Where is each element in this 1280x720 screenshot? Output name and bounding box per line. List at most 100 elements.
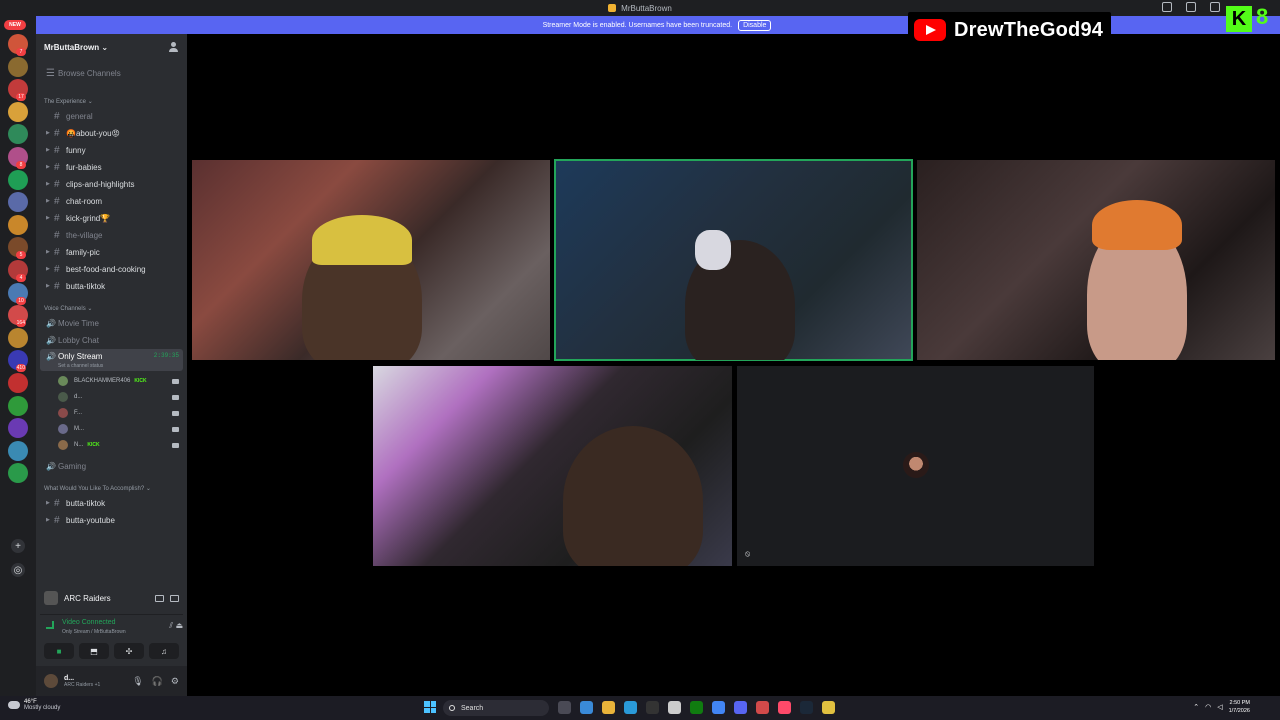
voice-channel-gaming[interactable]: 🔊 Gaming	[40, 458, 183, 474]
category-voice-channels[interactable]: Voice Channels ⌄	[44, 305, 92, 312]
microphone-icon[interactable]: 🎙	[132, 676, 143, 687]
overlay-channel-name: DrewTheGod94	[954, 18, 1104, 41]
video-tile-camera-off[interactable]: ⦸	[737, 366, 1094, 566]
taskbar-app-icon[interactable]	[690, 701, 703, 714]
text-channel[interactable]: ▶ # funny	[40, 142, 183, 158]
add-user-icon[interactable]	[169, 42, 179, 52]
browse-channels[interactable]: ☰ Browse Channels	[40, 65, 183, 81]
video-tile[interactable]	[373, 366, 732, 566]
voice-status[interactable]: Video Connected	[62, 619, 116, 626]
text-channel[interactable]: # the-village	[40, 227, 183, 243]
text-channel[interactable]: ▶ # chat-room	[40, 193, 183, 209]
soundboard-button[interactable]: ♫	[149, 643, 179, 659]
server-icon[interactable]	[8, 373, 28, 393]
disconnect-icon[interactable]: ⏏	[175, 621, 183, 630]
category-the-experience[interactable]: The Experience ⌄	[44, 98, 93, 105]
gamepad-icon[interactable]	[155, 594, 164, 602]
channel-label: funny	[66, 145, 86, 155]
server-icon[interactable]: 410	[8, 350, 28, 373]
text-channel[interactable]: ▶ # clips-and-highlights	[40, 176, 183, 192]
add-server-icon[interactable]: +	[11, 539, 25, 553]
noise-suppression-icon[interactable]: ⫽	[169, 621, 173, 631]
screen-share-button[interactable]: ⬒	[79, 643, 109, 659]
text-channel[interactable]: ▶ # 🤬about-you😡	[40, 125, 183, 141]
server-icon[interactable]: 5	[8, 237, 28, 260]
taskbar-app-icon[interactable]	[822, 701, 835, 714]
screen-icon[interactable]	[170, 594, 179, 602]
video-tile[interactable]	[917, 160, 1275, 360]
participant-hat	[312, 215, 412, 265]
chevron-up-icon[interactable]: ⌃	[1193, 703, 1199, 711]
taskbar-app-icon[interactable]	[624, 701, 637, 714]
taskbar-app-icon[interactable]	[734, 701, 747, 714]
taskbar-app-icon[interactable]	[712, 701, 725, 714]
taskbar-search[interactable]: Search	[443, 700, 549, 716]
taskbar-app-icon[interactable]	[602, 701, 615, 714]
taskbar-app-icon[interactable]	[646, 701, 659, 714]
server-icon[interactable]: 17	[8, 79, 28, 102]
volume-icon[interactable]: ◁	[1217, 703, 1222, 711]
activity-button[interactable]: ✣	[114, 643, 144, 659]
server-icon[interactable]: 164	[8, 305, 28, 328]
clock[interactable]: 2:50 PM 1/7/2026	[1229, 699, 1250, 715]
server-icon[interactable]	[8, 395, 28, 416]
weather-widget[interactable]: 46°F Mostly cloudy	[8, 699, 60, 711]
video-tile-speaking[interactable]	[554, 159, 913, 361]
server-icon[interactable]	[8, 214, 28, 235]
headphones-icon[interactable]: 🎧	[152, 676, 163, 687]
avatar[interactable]	[44, 674, 58, 688]
server-icon[interactable]	[8, 440, 28, 461]
taskbar-app-icon[interactable]	[778, 701, 791, 714]
server-icon[interactable]: 8	[8, 147, 28, 169]
server-icon[interactable]: 10	[8, 282, 28, 305]
text-channel[interactable]: ▶ # kick-grind🏆	[40, 210, 183, 226]
server-icon[interactable]: 4	[8, 260, 28, 282]
server-icon[interactable]	[8, 169, 28, 190]
taskbar-app-icon[interactable]	[800, 701, 813, 714]
voice-participant[interactable]: F...	[58, 406, 183, 420]
text-channel[interactable]: ▶ # butta-youtube	[40, 512, 183, 528]
user-name[interactable]: d...	[64, 675, 100, 682]
signal-icon[interactable]	[46, 621, 54, 629]
taskbar-app-icon[interactable]	[756, 701, 769, 714]
monitor-icon[interactable]	[1186, 2, 1196, 12]
text-channel[interactable]: ▶ # fur-babies	[40, 159, 183, 175]
server-icon[interactable]	[8, 56, 28, 77]
clock-date: 1/7/2026	[1228, 708, 1250, 714]
taskbar-app-icon[interactable]	[668, 701, 681, 714]
taskbar-app-icon[interactable]	[580, 701, 593, 714]
disable-streamer-mode-button[interactable]: Disable	[738, 19, 772, 31]
server-icon[interactable]	[8, 192, 28, 213]
activity-panel[interactable]: ARC Raiders	[40, 586, 183, 610]
server-icon[interactable]	[8, 463, 28, 484]
taskbar-app-icon[interactable]	[558, 701, 571, 714]
camera-button[interactable]: ■	[44, 643, 74, 659]
discover-icon[interactable]: ◎	[11, 563, 25, 577]
voice-participant[interactable]: BLACKHAMMER406 KICK	[58, 374, 183, 388]
server-header[interactable]: MrButtaBrown ⌄	[36, 34, 187, 60]
windows-start-icon[interactable]	[424, 701, 436, 713]
channel-label: butta-tiktok	[66, 498, 106, 508]
server-icon[interactable]	[8, 124, 28, 145]
gear-icon[interactable]: ⚙	[171, 676, 179, 687]
wifi-icon[interactable]: ◠	[1205, 703, 1211, 711]
text-channel[interactable]: ▶ # best-food-and-cooking	[40, 261, 183, 277]
text-channel[interactable]: ▶ # butta-tiktok	[40, 495, 183, 511]
video-tile[interactable]	[192, 160, 550, 360]
voice-participant[interactable]: N... KICK	[58, 438, 183, 452]
text-channel[interactable]: ▶ # butta-tiktok	[40, 278, 183, 294]
help-icon[interactable]	[1210, 2, 1220, 12]
server-icon[interactable]	[8, 327, 28, 348]
server-icon[interactable]: 7	[8, 34, 28, 56]
server-icon[interactable]	[8, 418, 28, 439]
voice-participant[interactable]: d...	[58, 390, 183, 404]
text-channel[interactable]: # general	[40, 108, 183, 124]
server-icon[interactable]	[8, 101, 28, 122]
text-channel[interactable]: ▶ # family-pic	[40, 244, 183, 260]
channel-status[interactable]: Set a channel status	[58, 363, 103, 369]
voice-channel-lobby-chat[interactable]: 🔊 Lobby Chat	[40, 332, 183, 348]
inbox-icon[interactable]	[1162, 2, 1172, 12]
voice-channel-movie-time[interactable]: 🔊 Movie Time	[40, 315, 183, 331]
category-accomplish[interactable]: What Would You Like To Accomplish? ⌄	[44, 485, 151, 492]
voice-participant[interactable]: M...	[58, 422, 183, 436]
